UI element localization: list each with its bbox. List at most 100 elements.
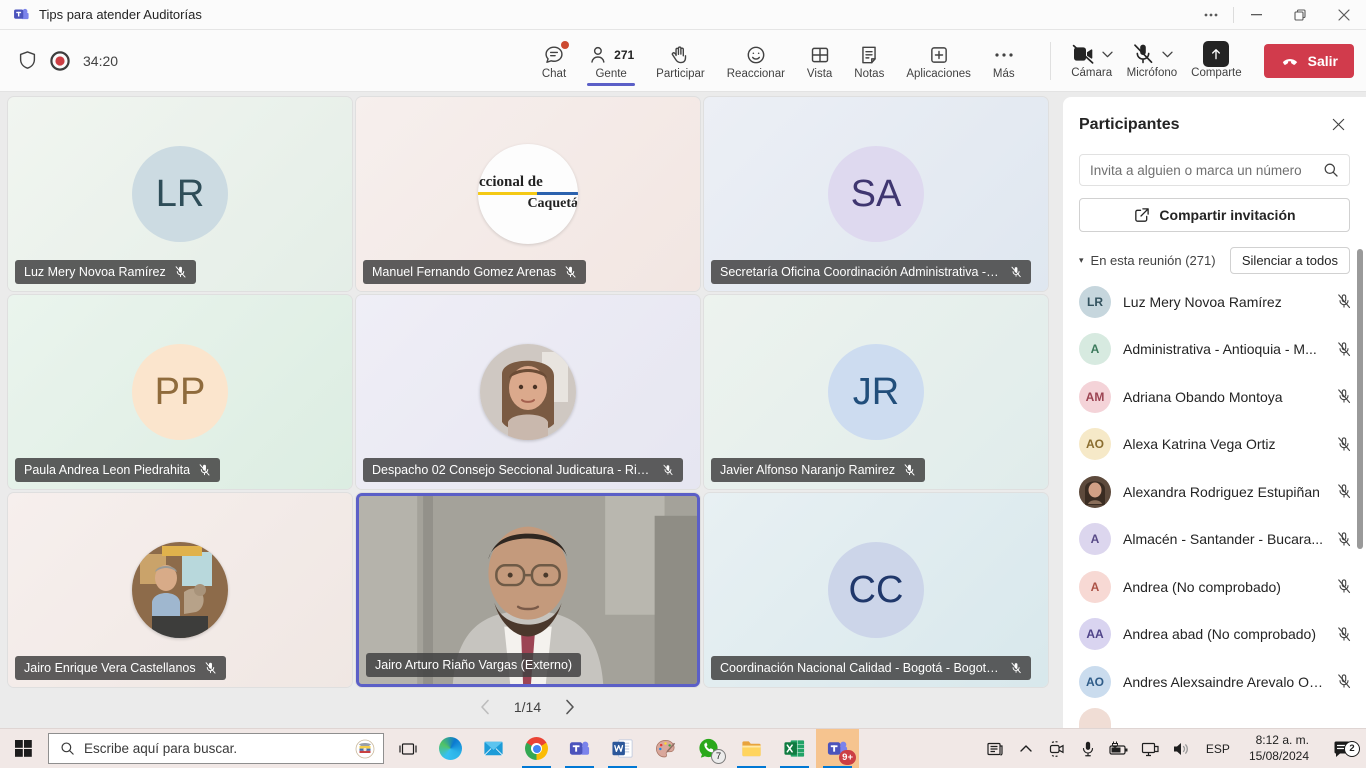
invite-search-box[interactable]: [1079, 154, 1350, 186]
microphone-tray-icon[interactable]: [1076, 735, 1100, 763]
participant-name-label: Manuel Fernando Gomez Arenas: [363, 260, 586, 284]
tab-apps[interactable]: Aplicaciones: [897, 39, 980, 82]
apps-plus-icon: [928, 44, 950, 66]
network-icon[interactable]: [1138, 735, 1162, 763]
video-tile-coordinacion[interactable]: CC Coordinación Nacional Calidad - Bogot…: [704, 493, 1048, 687]
search-icon: [1323, 162, 1339, 178]
file-explorer-icon: [740, 737, 763, 760]
participant-row[interactable]: A Andrea (No comprobado): [1063, 563, 1366, 611]
previous-page-button[interactable]: [474, 696, 496, 718]
panel-scrollbar[interactable]: [1357, 249, 1363, 549]
chevron-down-icon[interactable]: [1162, 51, 1173, 58]
logo-flag-bar: [478, 192, 578, 195]
taskbar-search-box[interactable]: [48, 733, 384, 764]
mic-off-icon[interactable]: [1336, 293, 1352, 310]
mic-off-icon[interactable]: [1336, 673, 1352, 690]
participant-name-label: Javier Alfonso Naranjo Ramirez: [711, 458, 925, 482]
participant-row[interactable]: AO Andres Alexsaindre Arevalo Os...: [1063, 658, 1366, 706]
video-tile-manuel[interactable]: Seccional de Caquetá Manuel Fernando Gom…: [356, 97, 700, 291]
participant-row[interactable]: A Almacén - Santander - Bucara...: [1063, 516, 1366, 564]
taskbar-excel[interactable]: [773, 729, 816, 768]
chat-notification-dot: [561, 41, 569, 49]
next-page-button[interactable]: [559, 696, 581, 718]
mic-off-icon[interactable]: [1336, 341, 1352, 358]
tab-more[interactable]: Más: [984, 39, 1024, 82]
participant-avatar: AO: [1079, 666, 1111, 698]
microphone-control[interactable]: Micrófono: [1125, 40, 1180, 81]
language-indicator[interactable]: ESP: [1200, 742, 1236, 756]
notification-center-button[interactable]: 2: [1322, 739, 1362, 759]
taskbar-search-input[interactable]: [84, 741, 346, 756]
tab-view[interactable]: Vista: [798, 39, 841, 82]
participant-row[interactable]: Alexandra Rodriguez Estupiñan: [1063, 468, 1366, 516]
toolbar-tabs: Chat 271 Gente Participar Reaccionar: [533, 39, 1024, 82]
close-panel-button[interactable]: [1327, 113, 1350, 136]
participant-row[interactable]: A Administrativa - Antioquia - M...: [1063, 326, 1366, 374]
avatar-photo: [480, 344, 576, 440]
participant-row[interactable]: LR Luz Mery Novoa Ramírez: [1063, 278, 1366, 326]
video-tile-jairo-arturo-active-speaker[interactable]: Jairo Arturo Riaño Vargas (Externo): [356, 493, 700, 687]
taskbar-file-explorer[interactable]: [730, 729, 773, 768]
taskbar-teams[interactable]: [558, 729, 601, 768]
start-button[interactable]: [0, 729, 46, 768]
video-tile-jairo-enrique[interactable]: Jairo Enrique Vera Castellanos: [8, 493, 352, 687]
invite-search-input[interactable]: [1090, 163, 1315, 178]
mic-off-icon[interactable]: [1336, 388, 1352, 405]
share-invitation-button[interactable]: Compartir invitación: [1079, 198, 1350, 232]
participant-row[interactable]: AO Alexa Katrina Vega Ortiz: [1063, 421, 1366, 469]
colombia-crest-icon: [355, 739, 375, 759]
taskbar-edge[interactable]: [429, 729, 472, 768]
video-tile-paula[interactable]: PP Paula Andrea Leon Piedrahita: [8, 295, 352, 489]
restore-button[interactable]: [1278, 0, 1322, 29]
battery-icon[interactable]: [1107, 735, 1131, 763]
minimize-button[interactable]: [1234, 0, 1278, 29]
mic-off-icon[interactable]: [1336, 578, 1352, 595]
mic-off-icon[interactable]: [1336, 626, 1352, 643]
taskbar-chrome[interactable]: [515, 729, 558, 768]
in-meeting-section-header[interactable]: ▾ En esta reunión (271) Silenciar a todo…: [1079, 247, 1350, 274]
participant-row[interactable]: AM Adriana Obando Montoya: [1063, 373, 1366, 421]
teams-notification-badge: 9+: [839, 750, 856, 765]
arrow-up-icon: [1208, 46, 1224, 62]
chevron-down-icon[interactable]: [1102, 51, 1113, 58]
tab-chat[interactable]: Chat: [533, 39, 575, 82]
mute-all-button[interactable]: Silenciar a todos: [1230, 247, 1350, 274]
chevron-right-icon: [565, 699, 575, 715]
participant-avatar: AO: [1079, 428, 1111, 460]
tab-react[interactable]: Reaccionar: [718, 39, 794, 82]
video-tile-despacho[interactable]: Despacho 02 Consejo Seccional Judicatura…: [356, 295, 700, 489]
mic-off-icon[interactable]: [1336, 531, 1352, 548]
camera-tray-icon[interactable]: [1045, 735, 1069, 763]
clock[interactable]: 8:12 a. m. 15/08/2024: [1243, 733, 1315, 764]
video-tile-secretaria[interactable]: SA Secretaría Oficina Coordinación Admin…: [704, 97, 1048, 291]
speaker-icon[interactable]: [1169, 735, 1193, 763]
leave-button[interactable]: Salir: [1264, 44, 1354, 78]
video-tile-luz-mery[interactable]: LR Luz Mery Novoa Ramírez: [8, 97, 352, 291]
taskbar-word[interactable]: [601, 729, 644, 768]
tab-people[interactable]: 271 Gente: [579, 39, 643, 82]
task-view-button[interactable]: [386, 729, 429, 768]
tab-notes[interactable]: Notas: [845, 39, 893, 82]
taskbar-teams-active[interactable]: 9+: [816, 729, 859, 768]
minimize-icon: [1251, 14, 1262, 16]
mic-off-icon: [174, 265, 187, 279]
task-view-icon: [398, 739, 418, 759]
mic-off-icon[interactable]: [1336, 483, 1352, 500]
close-button[interactable]: [1322, 0, 1366, 29]
video-tile-javier[interactable]: JR Javier Alfonso Naranjo Ramirez: [704, 295, 1048, 489]
mic-off-icon[interactable]: [1336, 436, 1352, 453]
news-widget-icon[interactable]: [983, 735, 1007, 763]
participant-row[interactable]: AA Andrea abad (No comprobado): [1063, 611, 1366, 659]
show-hidden-icons-chevron[interactable]: [1014, 735, 1038, 763]
taskbar-mail[interactable]: [472, 729, 515, 768]
tab-raise-hand[interactable]: Participar: [647, 39, 714, 82]
share-control[interactable]: Comparte: [1189, 40, 1244, 81]
taskbar-whatsapp[interactable]: 7: [687, 729, 730, 768]
taskbar-paint[interactable]: [644, 729, 687, 768]
hang-up-icon: [1280, 51, 1300, 71]
camera-control[interactable]: Cámara: [1069, 40, 1115, 81]
avatar-initials: PP: [132, 344, 228, 440]
people-count: 271: [614, 48, 634, 62]
titlebar-more-button[interactable]: [1189, 0, 1233, 29]
mic-off-icon: [1010, 265, 1022, 279]
